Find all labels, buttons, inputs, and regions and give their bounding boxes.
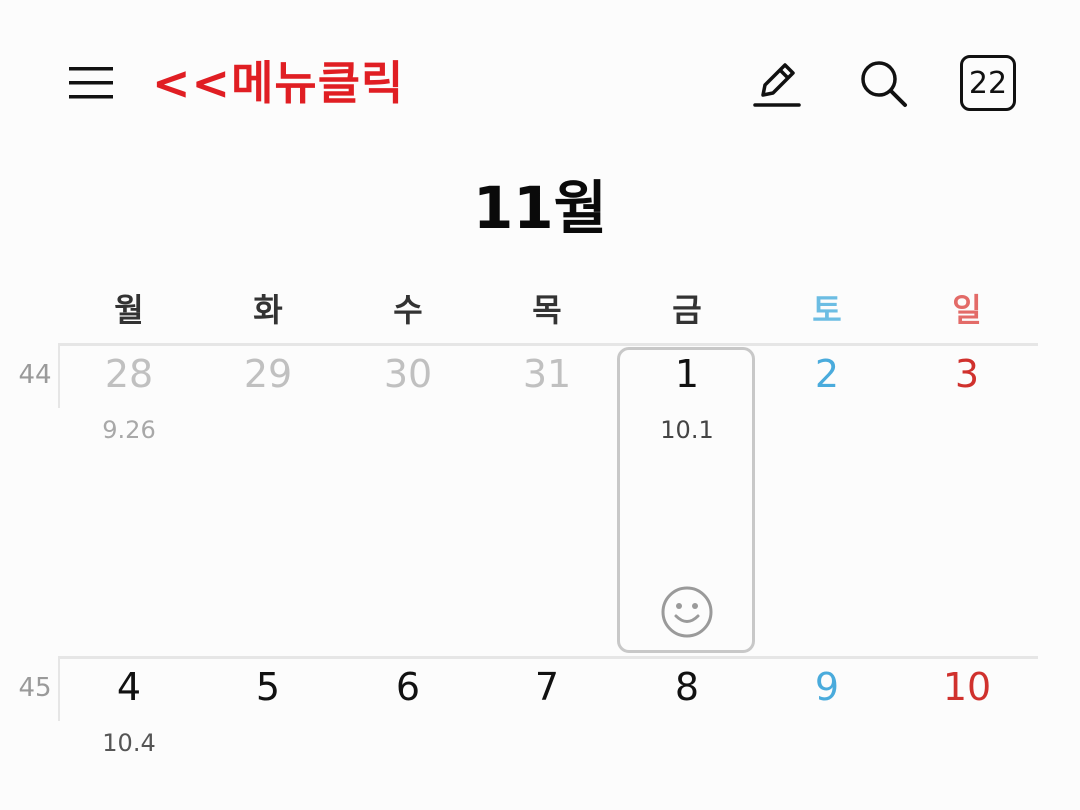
day-cell[interactable]: 3 <box>897 346 1037 402</box>
day-cell[interactable]: 8 <box>617 659 757 715</box>
day-cell[interactable]: 6 <box>338 659 478 715</box>
day-cell[interactable]: 28 <box>59 346 199 402</box>
day-cell[interactable]: 9 <box>757 659 897 715</box>
day-cell[interactable]: 7 <box>477 659 617 715</box>
search-icon[interactable] <box>852 52 914 114</box>
day-cell[interactable]: 5 <box>198 659 338 715</box>
week-number: 45 <box>18 673 52 703</box>
smiley-face-icon[interactable] <box>660 585 714 639</box>
day-cell[interactable]: 4 <box>59 659 199 715</box>
day-cell[interactable]: 31 <box>477 346 617 402</box>
week-number: 44 <box>18 360 52 390</box>
day-cell[interactable]: 30 <box>338 346 478 402</box>
weekday-fri: 금 <box>672 291 702 329</box>
weekday-tue: 화 <box>253 291 283 329</box>
pencil-edit-icon[interactable] <box>744 52 806 114</box>
day-cell-selected[interactable]: 1 <box>617 346 757 402</box>
lunar-date: 10.1 <box>660 416 714 444</box>
weekday-sun: 일 <box>952 291 982 329</box>
weekday-sat: 토 <box>812 291 842 329</box>
hamburger-menu-icon[interactable] <box>60 52 122 114</box>
weekday-mon: 월 <box>114 291 144 329</box>
lunar-date: 10.4 <box>102 729 156 757</box>
weekday-wed: 수 <box>393 291 423 329</box>
weekday-thu: 목 <box>532 291 562 329</box>
today-button[interactable]: 22 <box>960 55 1016 111</box>
day-cell[interactable]: 10 <box>897 659 1037 715</box>
annotation-text: <<메뉴클릭 <box>152 56 405 110</box>
day-cell[interactable]: 29 <box>198 346 338 402</box>
day-cell[interactable]: 2 <box>757 346 897 402</box>
month-title: 11월 <box>472 174 608 242</box>
lunar-date: 9.26 <box>102 416 156 444</box>
